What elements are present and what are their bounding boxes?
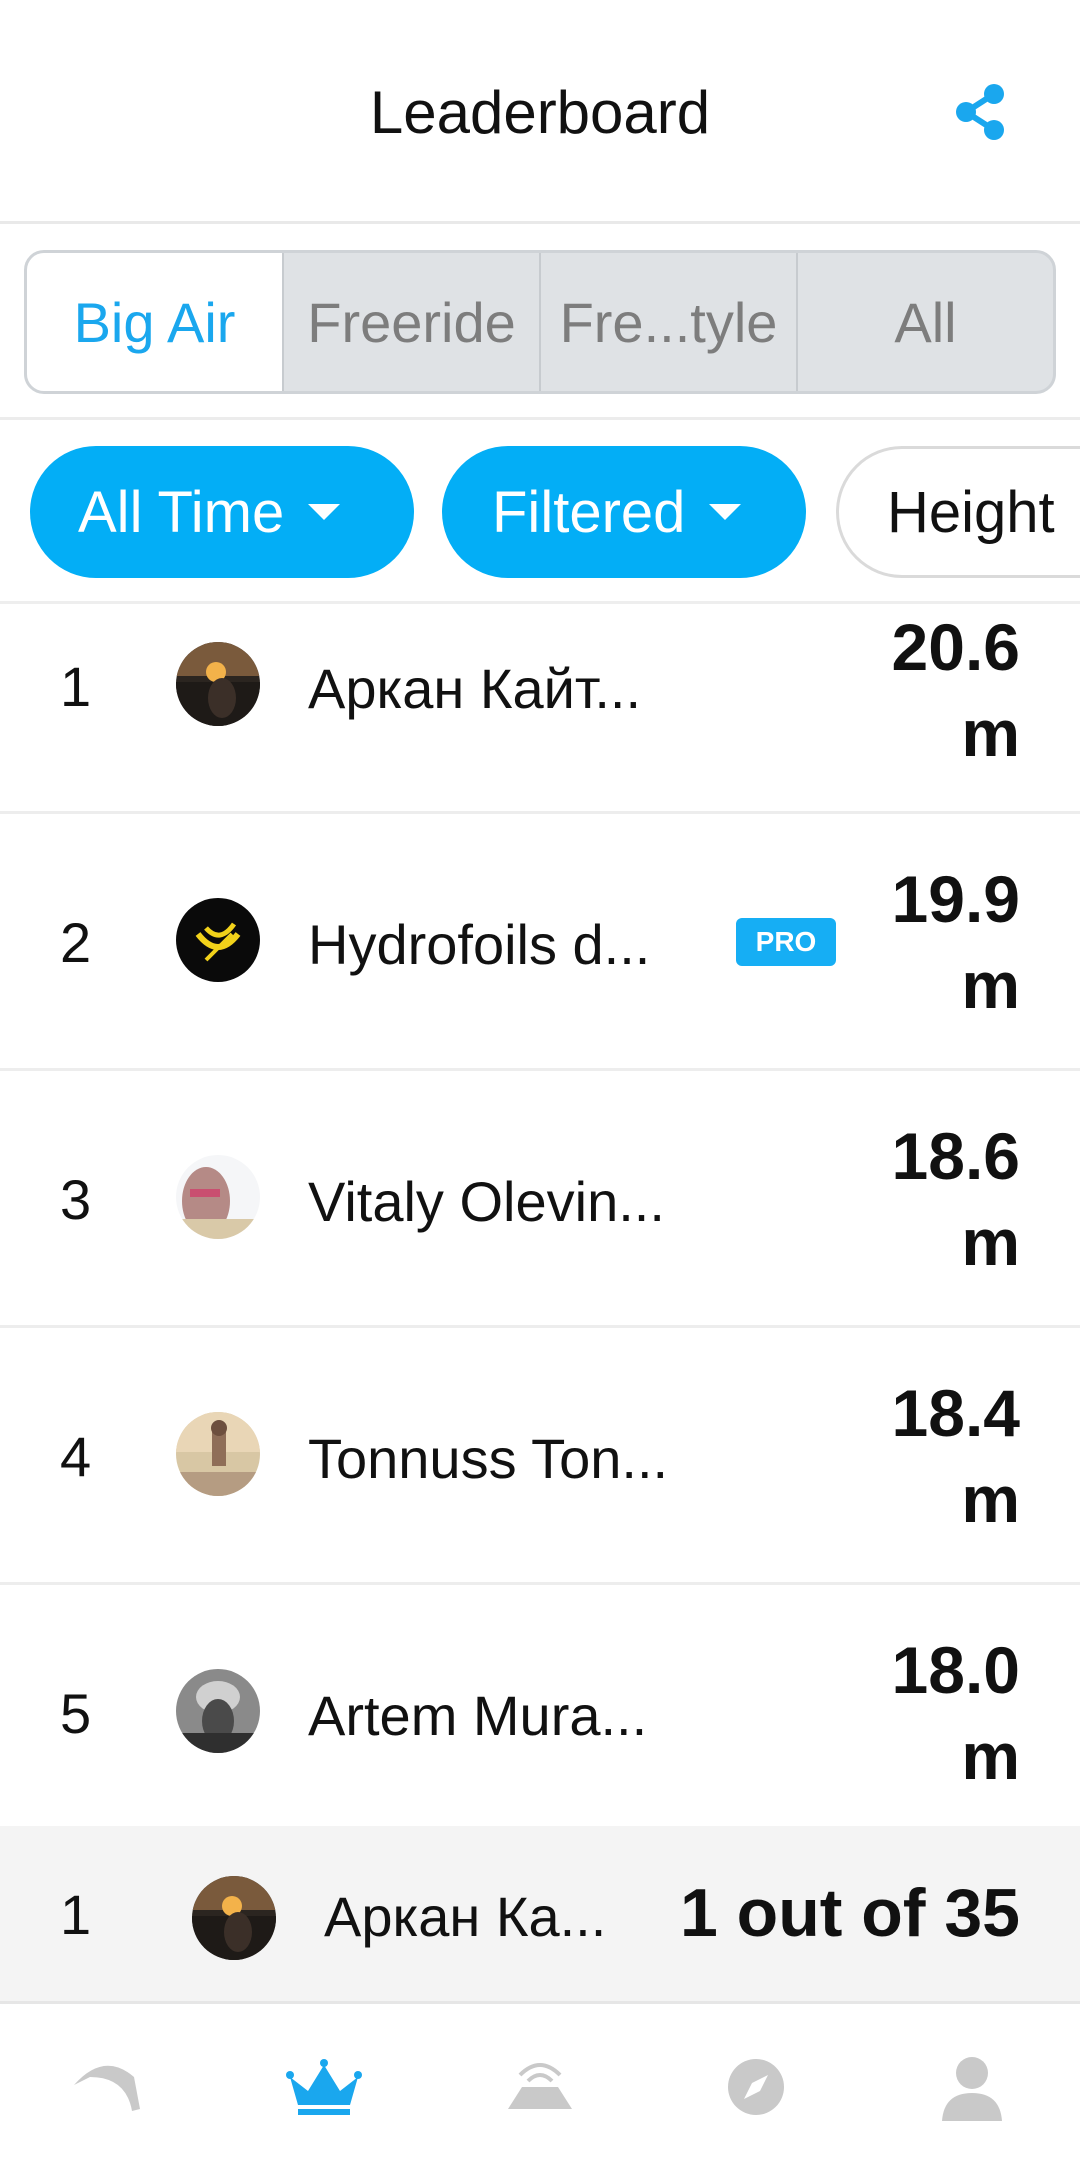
tab-freeride[interactable]: Freeride xyxy=(282,253,539,391)
time-filter-label: All Time xyxy=(78,479,285,545)
crown-icon xyxy=(286,2059,362,2115)
kite-icon xyxy=(74,2065,140,2111)
leaderboard-list: 1 Аркан Кайт... 20.6 m 2 Hydrofoils d...… xyxy=(0,604,1080,1842)
nav-sessions[interactable] xyxy=(432,2004,648,2170)
current-user-rank: 1 xyxy=(60,1883,92,1946)
height-value: 18.0 m xyxy=(820,1627,1020,1799)
tab-big-air[interactable]: Big Air xyxy=(27,253,282,391)
rank: 3 xyxy=(60,1168,92,1231)
value-number: 20.6 xyxy=(891,610,1020,684)
height-value: 20.6 m xyxy=(820,604,1020,776)
height-value: 19.9 m xyxy=(820,856,1020,1028)
value-number: 18.0 xyxy=(891,1633,1020,1707)
tab-all[interactable]: All xyxy=(796,253,1053,391)
filtered-label: Filtered xyxy=(492,479,686,545)
rider-name: Tonnuss Ton... xyxy=(308,1427,669,1490)
time-filter-chip[interactable]: All Time xyxy=(30,446,414,578)
leaderboard-row[interactable]: 3 Vitaly Olevin... 18.6 m xyxy=(0,1071,1080,1328)
current-user-position: 1 out of 35 xyxy=(679,1875,1020,1951)
avatar xyxy=(176,898,260,982)
page-title: Leaderboard xyxy=(369,79,711,146)
value-unit: m xyxy=(961,1462,1020,1536)
nav-explore[interactable] xyxy=(648,2004,864,2170)
rank: 5 xyxy=(60,1682,92,1745)
nav-kite[interactable] xyxy=(0,2004,216,2170)
compass-icon xyxy=(728,2059,784,2115)
leaderboard-row[interactable]: 2 Hydrofoils d... PRO 19.9 m xyxy=(0,814,1080,1071)
metric-chip[interactable]: Height xyxy=(836,446,1080,578)
rider-name: Artem Mura... xyxy=(308,1684,648,1747)
current-user-row[interactable]: 1 Аркан Ка... 1 out of 35 xyxy=(0,1826,1080,2004)
rider-name: Hydrofoils d... xyxy=(308,913,651,976)
value-unit: m xyxy=(961,1719,1020,1793)
avatar xyxy=(176,642,260,726)
rider-name: Аркан Кайт... xyxy=(308,657,642,720)
metric-label: Height xyxy=(887,479,1055,545)
nav-leaderboard[interactable] xyxy=(216,2004,432,2170)
avatar xyxy=(176,1669,260,1753)
leaderboard-row[interactable]: 4 Tonnuss Ton... 18.4 m xyxy=(0,1328,1080,1585)
filtered-chip[interactable]: Filtered xyxy=(442,446,806,578)
leaderboard-row[interactable]: 5 Artem Mura... 18.0 m xyxy=(0,1585,1080,1842)
profile-icon xyxy=(942,2057,1002,2121)
value-number: 18.4 xyxy=(891,1376,1020,1450)
value-unit: m xyxy=(961,1205,1020,1279)
rank: 1 xyxy=(60,655,92,718)
chevron-down-icon xyxy=(308,504,341,520)
value-number: 18.6 xyxy=(891,1119,1020,1193)
leaderboard-row[interactable]: 1 Аркан Кайт... 20.6 m xyxy=(0,604,1080,814)
bottom-nav xyxy=(0,2004,1080,2170)
height-value: 18.6 m xyxy=(820,1113,1020,1285)
share-icon[interactable] xyxy=(948,80,1012,144)
height-value: 18.4 m xyxy=(820,1370,1020,1542)
discipline-tabs: Big Air Freeride Fre...tyle All xyxy=(24,250,1056,394)
tab-freestyle[interactable]: Fre...tyle xyxy=(539,253,796,391)
filter-chips: All Time Filtered Height xyxy=(0,420,1080,604)
nav-profile[interactable] xyxy=(864,2004,1080,2170)
current-user-avatar xyxy=(192,1876,276,1960)
discipline-tabs-bar: Big Air Freeride Fre...tyle All xyxy=(0,224,1080,420)
value-number: 19.9 xyxy=(891,862,1020,936)
session-icon xyxy=(508,2063,572,2109)
chevron-down-icon xyxy=(709,504,742,520)
rank: 2 xyxy=(60,911,92,974)
app-header: Leaderboard xyxy=(0,0,1080,224)
avatar xyxy=(176,1412,260,1496)
current-user-name: Аркан Ка... xyxy=(324,1885,607,1948)
avatar xyxy=(176,1155,260,1239)
rider-name: Vitaly Olevin... xyxy=(308,1170,665,1233)
value-unit: m xyxy=(961,696,1020,770)
rank: 4 xyxy=(60,1425,92,1488)
value-unit: m xyxy=(961,948,1020,1022)
